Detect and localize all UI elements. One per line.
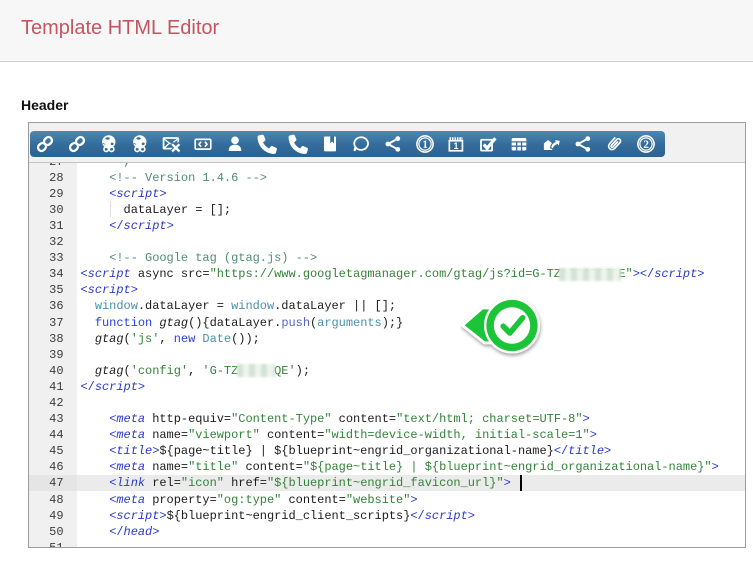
svg-text:1: 1 xyxy=(422,139,428,151)
svg-text:1: 1 xyxy=(454,141,459,151)
svg-text:2: 2 xyxy=(643,139,649,151)
